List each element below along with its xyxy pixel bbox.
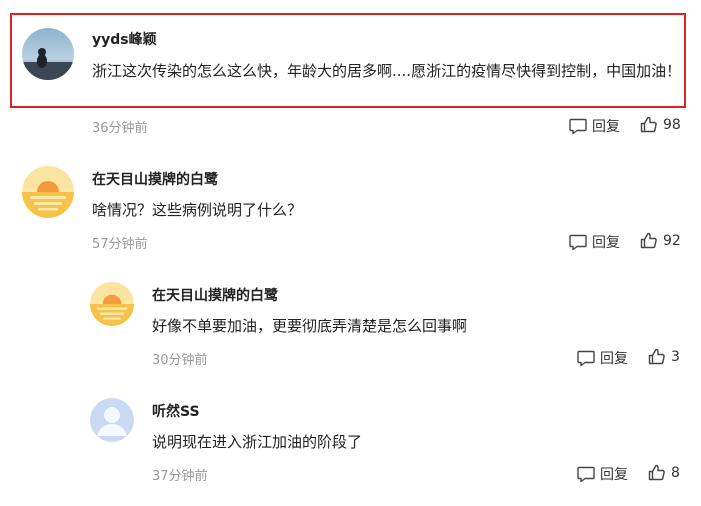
reply-item: 听然SS 说明现在进入浙江加油的阶段了 37分钟前 回复 8 [0,0,701,500]
reply-label: 回复 [600,467,628,483]
reply-button[interactable]: 回复 [577,464,628,484]
like-button[interactable]: 8 [648,464,680,481]
default-user-icon [90,398,134,442]
comment-icon [577,466,595,482]
timestamp: 37分钟前 [152,469,208,484]
thumbs-up-icon [648,464,665,481]
like-count: 8 [671,464,680,481]
avatar[interactable] [90,398,134,442]
comment-text: 说明现在进入浙江加油的阶段了 [152,433,363,451]
username[interactable]: 听然SS [152,401,200,421]
